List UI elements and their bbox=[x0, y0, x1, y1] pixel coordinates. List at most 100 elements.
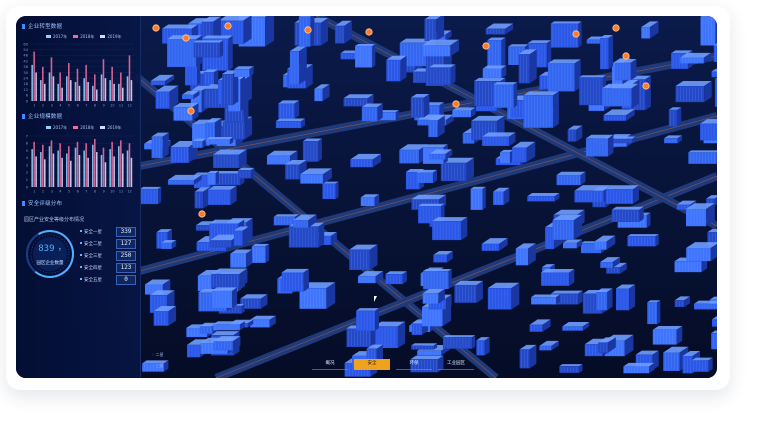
bar[interactable] bbox=[92, 144, 94, 187]
bar[interactable] bbox=[94, 138, 96, 187]
bar[interactable] bbox=[128, 55, 131, 101]
bar[interactable] bbox=[130, 80, 133, 101]
bar[interactable] bbox=[69, 80, 72, 101]
bar[interactable] bbox=[61, 87, 63, 101]
bar[interactable] bbox=[109, 149, 111, 187]
bar[interactable] bbox=[87, 82, 89, 101]
bar[interactable] bbox=[42, 144, 44, 187]
bar[interactable] bbox=[66, 153, 68, 187]
bar[interactable] bbox=[43, 159, 46, 187]
bar[interactable] bbox=[42, 66, 44, 101]
bar[interactable] bbox=[83, 150, 85, 187]
building bbox=[211, 287, 238, 308]
nav-tab-environment[interactable]: 环保 bbox=[396, 359, 432, 370]
poi-marker-icon[interactable] bbox=[622, 52, 630, 60]
bar[interactable] bbox=[50, 57, 53, 101]
bar[interactable] bbox=[74, 82, 77, 101]
bar[interactable] bbox=[113, 156, 115, 187]
x-tick-label: 7 bbox=[85, 190, 87, 194]
legend-item[interactable]: 2017年 bbox=[46, 34, 67, 40]
bar[interactable] bbox=[121, 87, 124, 101]
bar[interactable] bbox=[52, 153, 55, 187]
bar[interactable] bbox=[59, 143, 61, 187]
bar[interactable] bbox=[61, 157, 63, 187]
building bbox=[203, 69, 219, 86]
bar[interactable] bbox=[68, 146, 70, 187]
bar[interactable] bbox=[111, 66, 113, 101]
bar[interactable] bbox=[126, 76, 129, 101]
legend-item[interactable]: 2019年 bbox=[100, 34, 122, 40]
bar[interactable] bbox=[76, 68, 79, 101]
bar[interactable] bbox=[87, 157, 89, 187]
bar[interactable] bbox=[35, 156, 37, 187]
poi-marker-icon[interactable] bbox=[198, 210, 206, 218]
bar[interactable] bbox=[126, 150, 129, 187]
bar[interactable] bbox=[43, 83, 46, 101]
poi-marker-icon[interactable] bbox=[642, 82, 650, 90]
bar[interactable] bbox=[118, 83, 120, 101]
bar[interactable] bbox=[74, 147, 77, 187]
legend-item[interactable]: 2017年 bbox=[46, 125, 67, 131]
poi-marker-icon[interactable] bbox=[187, 107, 195, 115]
bar[interactable] bbox=[121, 153, 124, 187]
bar[interactable] bbox=[113, 83, 115, 101]
poi-marker-icon[interactable] bbox=[482, 42, 490, 50]
nav-tab-safety[interactable]: 安全 bbox=[354, 359, 390, 370]
bar[interactable] bbox=[68, 63, 70, 101]
bar[interactable] bbox=[85, 64, 87, 101]
bar[interactable] bbox=[100, 154, 103, 187]
bar[interactable] bbox=[66, 76, 68, 101]
legend-item[interactable]: 2019年 bbox=[100, 125, 122, 131]
legend-item[interactable]: 2018年 bbox=[73, 125, 94, 131]
bar[interactable] bbox=[57, 83, 59, 101]
bar[interactable] bbox=[40, 80, 42, 101]
bar[interactable] bbox=[94, 74, 96, 101]
nav-tab-overview[interactable]: 概况 bbox=[312, 359, 348, 370]
bar[interactable] bbox=[109, 80, 111, 101]
bar[interactable] bbox=[33, 51, 35, 101]
bar[interactable] bbox=[100, 74, 103, 101]
bar[interactable] bbox=[130, 157, 133, 187]
bar[interactable] bbox=[102, 147, 105, 187]
bar[interactable] bbox=[85, 143, 87, 187]
poi-marker-icon[interactable] bbox=[452, 100, 460, 108]
poi-marker-icon[interactable] bbox=[304, 26, 312, 34]
bar[interactable] bbox=[40, 152, 42, 187]
bar[interactable] bbox=[83, 78, 85, 101]
bar[interactable] bbox=[48, 146, 51, 187]
poi-marker-icon[interactable] bbox=[612, 24, 620, 32]
bar[interactable] bbox=[31, 149, 33, 187]
bar[interactable] bbox=[35, 72, 37, 102]
bar[interactable] bbox=[33, 141, 35, 187]
bar[interactable] bbox=[120, 72, 122, 102]
nav-tab-industrial-park[interactable]: 工业园区 bbox=[438, 359, 474, 370]
poi-marker-icon[interactable] bbox=[182, 34, 190, 42]
bar[interactable] bbox=[120, 140, 122, 187]
bar[interactable] bbox=[57, 150, 59, 187]
bar[interactable] bbox=[76, 141, 79, 187]
poi-marker-icon[interactable] bbox=[365, 28, 373, 36]
bar[interactable] bbox=[104, 162, 107, 187]
bar[interactable] bbox=[95, 89, 98, 101]
bar[interactable] bbox=[52, 76, 55, 101]
bar[interactable] bbox=[95, 152, 98, 187]
x-tick-label: 4 bbox=[59, 190, 61, 194]
poi-marker-icon[interactable] bbox=[152, 24, 160, 32]
poi-marker-icon[interactable] bbox=[224, 22, 232, 30]
bar[interactable] bbox=[59, 72, 61, 102]
bar[interactable] bbox=[78, 85, 81, 101]
bar[interactable] bbox=[48, 72, 51, 102]
bar[interactable] bbox=[111, 141, 113, 187]
building bbox=[335, 20, 352, 44]
poi-marker-icon[interactable] bbox=[572, 30, 580, 38]
bar[interactable] bbox=[104, 78, 107, 101]
bar[interactable] bbox=[118, 146, 120, 187]
bar[interactable] bbox=[69, 160, 72, 187]
bar[interactable] bbox=[128, 143, 131, 187]
legend-item[interactable]: 2018年 bbox=[73, 34, 94, 40]
bar[interactable] bbox=[102, 59, 105, 101]
bar[interactable] bbox=[31, 64, 33, 101]
bar[interactable] bbox=[50, 140, 53, 187]
bar[interactable] bbox=[92, 85, 94, 101]
bar[interactable] bbox=[78, 154, 81, 187]
